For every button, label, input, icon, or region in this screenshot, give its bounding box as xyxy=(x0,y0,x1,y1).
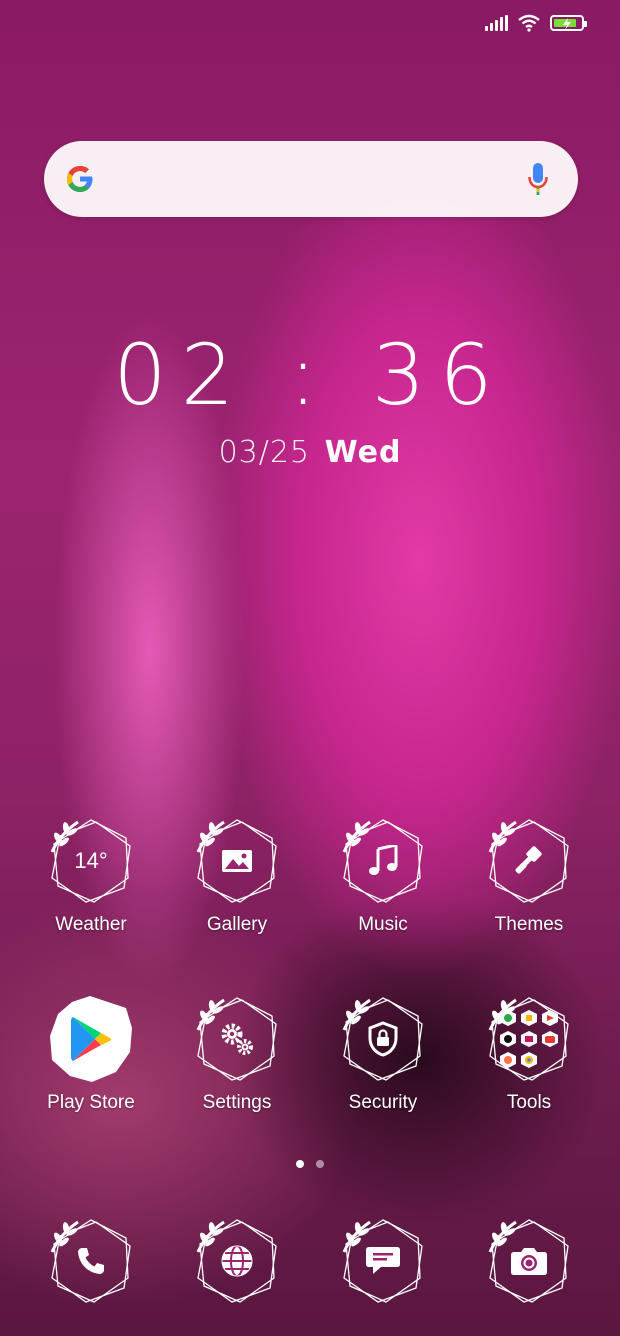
gallery-icon xyxy=(222,850,252,872)
clock-date[interactable]: 03/25 Wed xyxy=(0,435,620,470)
app-label: Weather xyxy=(55,914,127,935)
google-icon xyxy=(67,166,93,192)
app-label: Themes xyxy=(494,914,564,935)
browser-icon xyxy=(221,1245,253,1277)
app-label: Security xyxy=(348,1092,418,1113)
dock-phone[interactable] xyxy=(18,1216,164,1306)
app-music[interactable]: Music xyxy=(310,816,456,936)
page-dot xyxy=(316,1160,324,1168)
app-label: Gallery xyxy=(206,914,268,935)
wifi-icon xyxy=(518,14,540,32)
tools-folder-icon xyxy=(500,1010,558,1068)
clock-time[interactable]: 02 : 36 xyxy=(0,325,620,425)
battery-charging-icon xyxy=(550,15,587,31)
app-play-store[interactable]: Play Store xyxy=(18,994,164,1114)
weekday-text: Wed xyxy=(324,435,402,470)
date-text: 03/25 xyxy=(218,435,311,470)
dock-browser[interactable] xyxy=(164,1216,310,1306)
app-label: Play Store xyxy=(47,1092,135,1113)
app-label: Music xyxy=(358,914,408,935)
settings-icon xyxy=(221,1023,253,1055)
signal-icon xyxy=(485,15,508,31)
app-tools-folder[interactable]: Tools xyxy=(456,994,602,1114)
app-themes[interactable]: Themes xyxy=(456,816,602,936)
app-gallery[interactable]: Gallery xyxy=(164,816,310,936)
dock-messages[interactable] xyxy=(310,1216,456,1306)
play-store-icon xyxy=(71,1017,111,1061)
google-search-bar[interactable] xyxy=(44,141,578,217)
app-security[interactable]: Security xyxy=(310,994,456,1114)
app-label: Settings xyxy=(202,1092,272,1113)
weather-temperature: 14° xyxy=(74,848,108,873)
app-settings[interactable]: Settings xyxy=(164,994,310,1114)
messages-icon xyxy=(366,1247,400,1274)
music-icon xyxy=(369,845,398,875)
app-weather[interactable]: 14° Weather xyxy=(18,816,164,936)
security-icon xyxy=(368,1021,398,1057)
page-dot-active xyxy=(296,1160,304,1168)
app-label: Tools xyxy=(506,1092,552,1113)
dock-camera[interactable] xyxy=(456,1216,602,1306)
microphone-icon[interactable] xyxy=(528,163,548,197)
themes-icon xyxy=(515,846,542,874)
camera-icon xyxy=(511,1248,547,1275)
phone-icon xyxy=(78,1248,104,1274)
status-bar xyxy=(485,14,587,32)
page-indicator xyxy=(0,1160,620,1168)
